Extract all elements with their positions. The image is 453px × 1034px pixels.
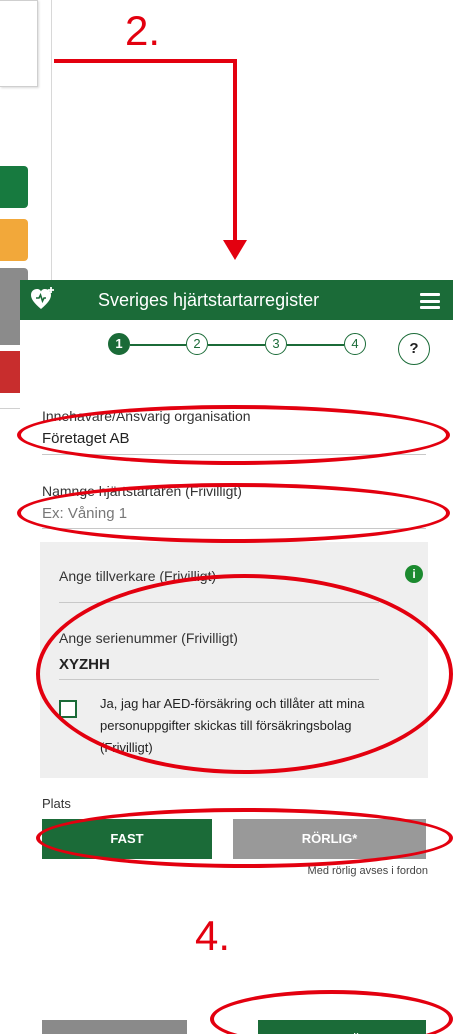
app-title: Sveriges hjärtstartarregister bbox=[98, 290, 320, 310]
name-input-placeholder[interactable]: Ex: Våning 1 bbox=[42, 505, 426, 522]
step-1: 1 bbox=[108, 333, 130, 355]
location-label: Plats bbox=[42, 796, 71, 811]
insurance-consent-text: Ja, jag har AED-försäkring och tillåter … bbox=[100, 696, 365, 755]
step-connector bbox=[208, 344, 265, 346]
serial-label: Ange serienummer (Frivilligt) bbox=[59, 630, 238, 646]
owner-value[interactable]: Företaget AB bbox=[42, 430, 426, 447]
insurance-checkbox[interactable] bbox=[59, 700, 77, 718]
step-connector bbox=[130, 344, 186, 346]
background-card bbox=[0, 0, 38, 87]
location-mobile-button[interactable]: RÖRLIG* bbox=[233, 819, 426, 859]
info-icon[interactable]: i bbox=[405, 565, 423, 583]
annotation-arrow-horizontal bbox=[54, 59, 237, 63]
serial-value[interactable]: XYZHH bbox=[59, 656, 110, 673]
hjartstartare-form-app: Sveriges hjärtstartarregister 1 2 3 4 ? … bbox=[20, 280, 453, 1034]
background-green-button bbox=[0, 166, 28, 208]
annotation-arrow-head bbox=[223, 240, 247, 260]
step-indicator: 1 2 3 4 bbox=[108, 333, 368, 357]
annotation-step-four: 4. bbox=[195, 912, 231, 959]
annotation-arrow-vertical bbox=[233, 59, 237, 244]
cancel-button[interactable]: AVBRYT bbox=[42, 1020, 187, 1034]
location-fixed-button[interactable]: FAST bbox=[42, 819, 212, 859]
owner-underline bbox=[42, 454, 426, 455]
help-button[interactable]: ? bbox=[398, 333, 430, 365]
continue-button[interactable]: FORTSÄTT bbox=[258, 1020, 426, 1034]
name-field[interactable]: Namnge hjärtstartaren (Frivilligt) Ex: V… bbox=[42, 483, 426, 529]
device-details-panel: Ange tillverkare (Frivilligt) i Ange ser… bbox=[40, 542, 428, 778]
step-3: 3 bbox=[265, 333, 287, 355]
owner-field[interactable]: Innehavare/Ansvarig organisation Företag… bbox=[42, 408, 426, 455]
step-2: 2 bbox=[186, 333, 208, 355]
manufacturer-label: Ange tillverkare (Frivilligt) bbox=[59, 568, 217, 584]
step-connector bbox=[287, 344, 344, 346]
serial-underline bbox=[59, 679, 379, 680]
annotation-step-two: 2. bbox=[125, 7, 161, 54]
name-label: Namnge hjärtstartaren (Frivilligt) bbox=[42, 483, 242, 499]
name-underline bbox=[42, 528, 426, 529]
manufacturer-input[interactable] bbox=[59, 602, 379, 603]
step-4: 4 bbox=[344, 333, 366, 355]
owner-label: Innehavare/Ansvarig organisation bbox=[42, 408, 251, 424]
mobile-location-note: Med rörlig avses i fordon bbox=[307, 865, 428, 877]
hamburger-menu-icon[interactable] bbox=[420, 293, 440, 309]
app-header: Sveriges hjärtstartarregister bbox=[20, 280, 453, 320]
heart-plus-logo-icon bbox=[31, 287, 54, 309]
background-orange-button bbox=[0, 219, 28, 261]
